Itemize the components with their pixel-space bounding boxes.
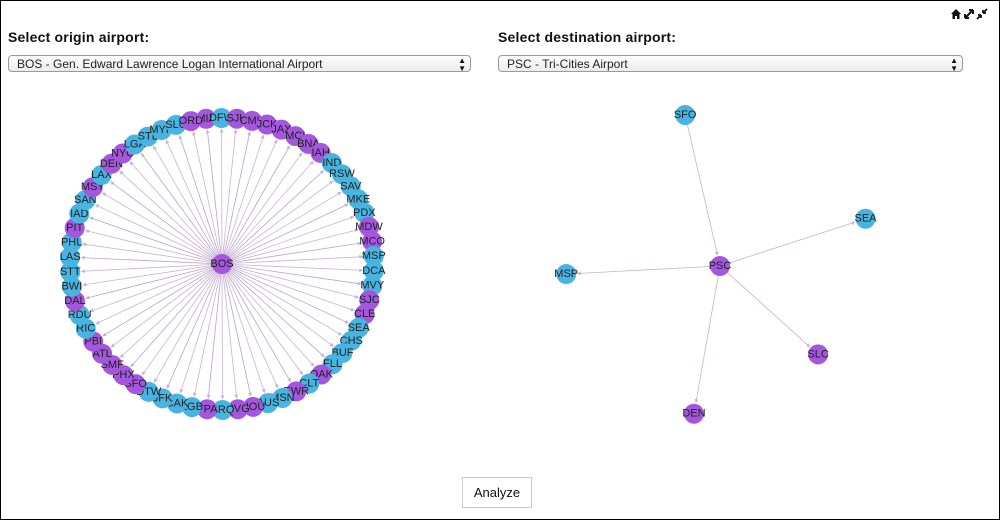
route-edge [576, 266, 711, 276]
route-edge [221, 180, 334, 265]
route-edge [166, 263, 223, 389]
airport-node-label: PSC [709, 260, 732, 272]
destination-airport-select[interactable]: PSC - Tri-Cities Airport ▲ ▼ [498, 55, 963, 72]
route-edge [694, 275, 719, 404]
airport-node-label: MSP [554, 268, 578, 280]
airport-node-label: BWI [61, 281, 82, 293]
analyze-button[interactable]: Analyze [462, 477, 532, 508]
origin-selected-value: BOS - Gen. Edward Lawrence Logan Interna… [17, 57, 323, 71]
destination-network-graph[interactable]: SFO SEA MSP SLC DEN PSC [490, 90, 990, 460]
route-edge [221, 191, 342, 265]
airport-node-label: PDX [353, 207, 376, 219]
route-edge [110, 263, 223, 348]
route-edge [686, 124, 719, 256]
route-edge [221, 263, 292, 383]
route-edge [221, 160, 314, 265]
airport-node-label: MVY [360, 280, 385, 292]
zoom-out-icon[interactable] [976, 8, 988, 20]
route-edge [221, 263, 239, 399]
airport-node-sfo[interactable]: SFO [674, 104, 697, 125]
airport-node-label: MDW [355, 221, 383, 233]
airport-node-label: SFO [674, 109, 697, 121]
route-edge [221, 203, 349, 265]
airport-node-label: LAS [60, 251, 81, 263]
airport-node-sea[interactable]: SEA [855, 208, 878, 229]
airport-node-label: DAL [64, 295, 85, 307]
airport-node-label: MCO [359, 235, 385, 247]
route-edge [205, 129, 223, 265]
route-edge [110, 181, 223, 265]
airport-node-label: SEA [855, 213, 878, 225]
destination-selected-value: PSC - Tri-Cities Airport [507, 57, 628, 71]
select-arrows-icon: ▲ ▼ [458, 56, 466, 72]
route-edge [152, 145, 223, 265]
route-edge [102, 263, 223, 337]
route-edge [95, 263, 223, 325]
origin-network-graph[interactable]: MIADFWSJUCMHJCKJAXMCIBNAIAHINDRSWSAVMKEP… [0, 90, 480, 460]
route-edge [130, 263, 223, 368]
route-edge [221, 254, 364, 265]
airport-node-slc[interactable]: SLC [807, 344, 829, 365]
destination-label: Select destination airport: [498, 29, 677, 45]
route-edge [221, 139, 278, 265]
airport-node-label: PIT [66, 222, 83, 234]
zoom-in-icon[interactable] [963, 8, 975, 20]
airport-node-label: RDU [68, 309, 92, 321]
route-edge [165, 139, 223, 265]
route-edge [89, 263, 223, 313]
route-edge [727, 272, 811, 348]
route-edge [129, 161, 223, 265]
home-icon[interactable] [950, 8, 962, 20]
airport-node-label: PHL [61, 236, 82, 248]
route-edge [221, 263, 315, 367]
airport-node-label: BOS [210, 258, 233, 270]
map-toolbar [950, 8, 988, 20]
route-edge [221, 215, 355, 265]
select-arrows-icon: ▲ ▼ [950, 56, 958, 72]
airport-node-label: SJC [359, 294, 380, 306]
origin-airport-select[interactable]: BOS - Gen. Edward Lawrence Logan Interna… [8, 55, 471, 72]
airport-node-label: DCA [362, 265, 386, 277]
airport-node-label: ORD [179, 115, 204, 127]
route-edge [729, 221, 856, 264]
route-edge [80, 263, 223, 274]
airport-node-label: DEN [682, 408, 705, 420]
route-edge [221, 263, 279, 389]
airport-node-label: STT [60, 266, 81, 278]
airport-node-label: MSP [362, 250, 386, 262]
airport-node-den[interactable]: DEN [682, 403, 706, 424]
route-edge [221, 263, 334, 347]
origin-label: Select origin airport: [8, 29, 150, 45]
airport-node-msp[interactable]: MSP [554, 264, 578, 285]
airport-node-label: SLC [807, 348, 828, 360]
